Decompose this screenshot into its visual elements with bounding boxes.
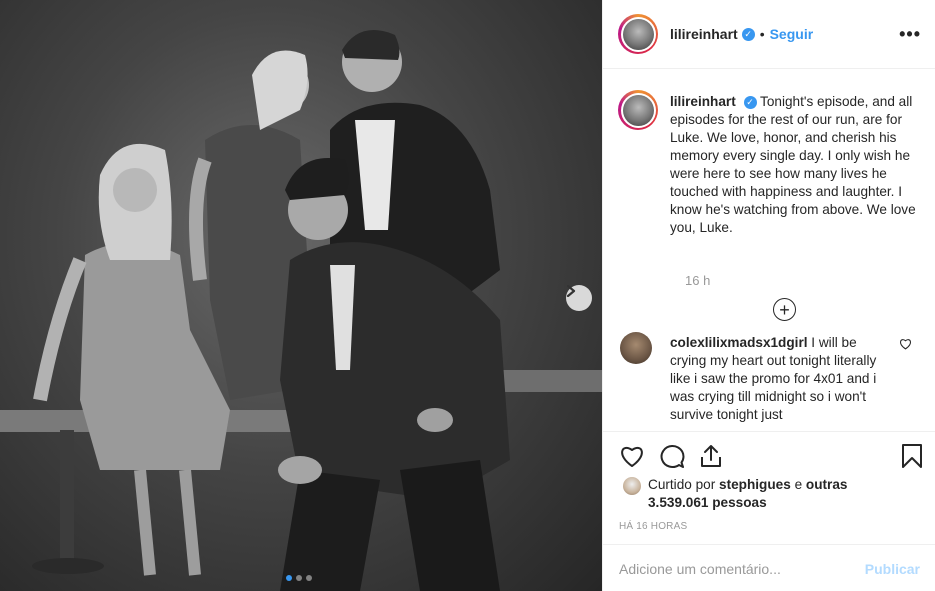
add-comment-bar: Publicar bbox=[603, 544, 935, 591]
carousel-indicator bbox=[286, 575, 312, 581]
comments-list[interactable]: lilireinhart ✓ Tonight's episode, and al… bbox=[603, 70, 935, 430]
commenter-username[interactable]: colexlilixmadsx1dgirl bbox=[670, 335, 808, 350]
next-photo-button[interactable] bbox=[566, 285, 592, 311]
post-actions: Curtido por stephigues e outras 3.539.06… bbox=[603, 431, 935, 591]
share-icon[interactable] bbox=[699, 443, 723, 469]
publish-button[interactable]: Publicar bbox=[865, 561, 920, 577]
liker-username[interactable]: stephigues bbox=[719, 477, 791, 492]
caption-username[interactable]: lilireinhart bbox=[670, 94, 736, 109]
bookmark-icon[interactable] bbox=[901, 443, 923, 469]
commenter-avatar[interactable] bbox=[620, 332, 652, 364]
plus-icon: + bbox=[779, 299, 790, 320]
caption-text-block: lilireinhart ✓ Tonight's episode, and al… bbox=[670, 93, 920, 237]
caption-avatar[interactable] bbox=[618, 90, 658, 130]
header-separator: • bbox=[759, 26, 765, 42]
photo-illustration bbox=[0, 30, 602, 591]
likes-summary: Curtido por stephigues e outras 3.539.06… bbox=[623, 476, 878, 512]
caption-body: Tonight's episode, and all episodes for … bbox=[670, 94, 916, 235]
liker-avatar[interactable] bbox=[623, 477, 641, 495]
post-header: lilireinhart ✓ • Seguir ••• bbox=[603, 0, 935, 69]
more-options-icon[interactable]: ••• bbox=[899, 24, 921, 45]
caption-time[interactable]: 16 h bbox=[685, 273, 710, 288]
likes-connector: e bbox=[794, 477, 803, 492]
comment-icon[interactable] bbox=[659, 444, 685, 469]
author-avatar[interactable] bbox=[618, 14, 658, 54]
comment-text-block: colexlilixmadsx1dgirl I will be crying m… bbox=[670, 334, 890, 424]
likes-text: Curtido por stephigues e outras 3.539.06… bbox=[648, 476, 878, 512]
verified-badge-icon: ✓ bbox=[741, 27, 755, 41]
post-photo[interactable] bbox=[0, 0, 602, 591]
chevron-right-icon bbox=[566, 285, 576, 297]
like-comment-heart-icon[interactable] bbox=[899, 338, 912, 350]
carousel-dot bbox=[306, 575, 312, 581]
likes-prefix: Curtido por bbox=[648, 477, 716, 492]
carousel-dot bbox=[296, 575, 302, 581]
verified-badge-icon: ✓ bbox=[743, 95, 757, 109]
heart-icon[interactable] bbox=[619, 444, 645, 468]
load-more-comments-button[interactable]: + bbox=[773, 298, 796, 321]
post-timestamp[interactable]: HÁ 16 HORAS bbox=[619, 521, 687, 532]
follow-button[interactable]: Seguir bbox=[770, 26, 814, 42]
comment-input[interactable] bbox=[619, 560, 865, 577]
carousel-dot bbox=[286, 575, 292, 581]
post-sidebar: lilireinhart ✓ • Seguir ••• lilireinhart… bbox=[602, 0, 935, 591]
author-username[interactable]: lilireinhart bbox=[670, 26, 738, 42]
